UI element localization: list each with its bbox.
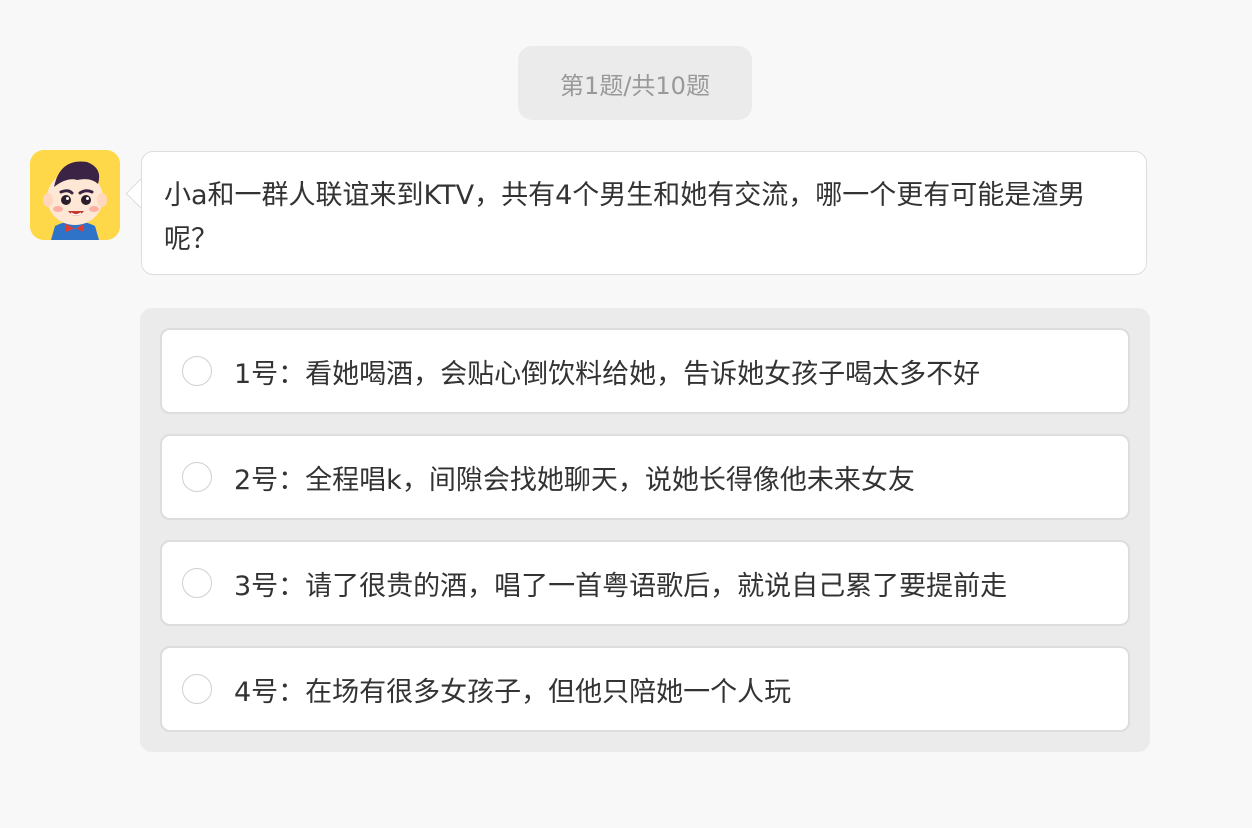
answer-option-4[interactable]: 4号：在场有很多女孩子，但他只陪她一个人玩 xyxy=(160,646,1130,732)
answer-options-panel: 1号：看她喝酒，会贴心倒饮料给她，告诉她女孩子喝太多不好 2号：全程唱k，间隙会… xyxy=(140,308,1150,752)
answer-option-3[interactable]: 3号：请了很贵的酒，唱了一首粤语歌后，就说自己累了要提前走 xyxy=(160,540,1130,626)
question-bubble: 小a和一群人联谊来到KTV，共有4个男生和她有交流，哪一个更有可能是渣男呢？ xyxy=(141,151,1147,275)
answer-option-2[interactable]: 2号：全程唱k，间隙会找她聊天，说她长得像他未来女友 xyxy=(160,434,1130,520)
radio-button-icon[interactable] xyxy=(182,356,212,386)
cartoon-boy-avatar-icon xyxy=(30,150,120,240)
answer-option-label: 2号：全程唱k，间隙会找她聊天，说她长得像他未来女友 xyxy=(234,464,915,496)
question-text: 小a和一群人联谊来到KTV，共有4个男生和她有交流，哪一个更有可能是渣男呢？ xyxy=(164,180,1086,255)
radio-button-icon[interactable] xyxy=(182,568,212,598)
answer-option-label: 3号：请了很贵的酒，唱了一首粤语歌后，就说自己累了要提前走 xyxy=(234,570,1008,602)
question-progress-badge: 第1题/共10题 xyxy=(518,46,752,120)
radio-button-icon[interactable] xyxy=(182,674,212,704)
answer-option-label: 1号：看她喝酒，会贴心倒饮料给她，告诉她女孩子喝太多不好 xyxy=(234,358,981,390)
avatar-illustration xyxy=(30,150,120,240)
radio-button-icon[interactable] xyxy=(182,462,212,492)
question-progress-label: 第1题/共10题 xyxy=(560,71,710,100)
answer-option-1[interactable]: 1号：看她喝酒，会贴心倒饮料给她，告诉她女孩子喝太多不好 xyxy=(160,328,1130,414)
answer-option-label: 4号：在场有很多女孩子，但他只陪她一个人玩 xyxy=(234,676,792,708)
